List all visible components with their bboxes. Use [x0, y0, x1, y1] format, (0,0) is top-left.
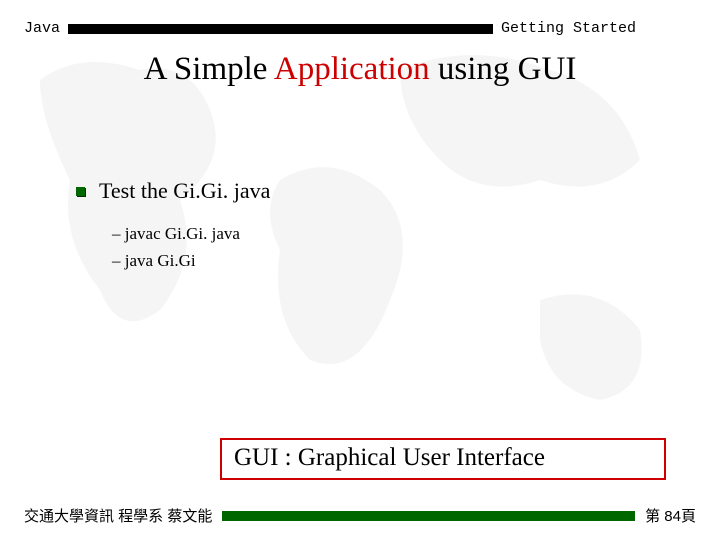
- title-highlight: Application: [274, 51, 430, 87]
- bullet-text: Test the Gi.Gi. java: [99, 178, 270, 204]
- sub-item: java Gi.Gi: [112, 247, 720, 274]
- sub-item: javac Gi.Gi. java: [112, 220, 720, 247]
- footer-bar: [222, 511, 635, 521]
- bullet-item: Test the Gi.Gi. java: [76, 178, 720, 204]
- note-box: GUI : Graphical User Interface: [220, 438, 666, 480]
- header-left: Java: [24, 20, 60, 37]
- title-prefix: A Simple: [144, 51, 274, 87]
- footer-left: 交通大學資訊 程學系 蔡文能: [24, 505, 212, 526]
- slide-title: A Simple Application using GUI: [0, 51, 720, 88]
- page-number: 第 84頁: [645, 505, 696, 526]
- header-right: Getting Started: [501, 20, 636, 37]
- header-bar: [68, 24, 493, 34]
- title-suffix: using GUI: [430, 51, 577, 87]
- square-bullet-icon: [76, 187, 85, 196]
